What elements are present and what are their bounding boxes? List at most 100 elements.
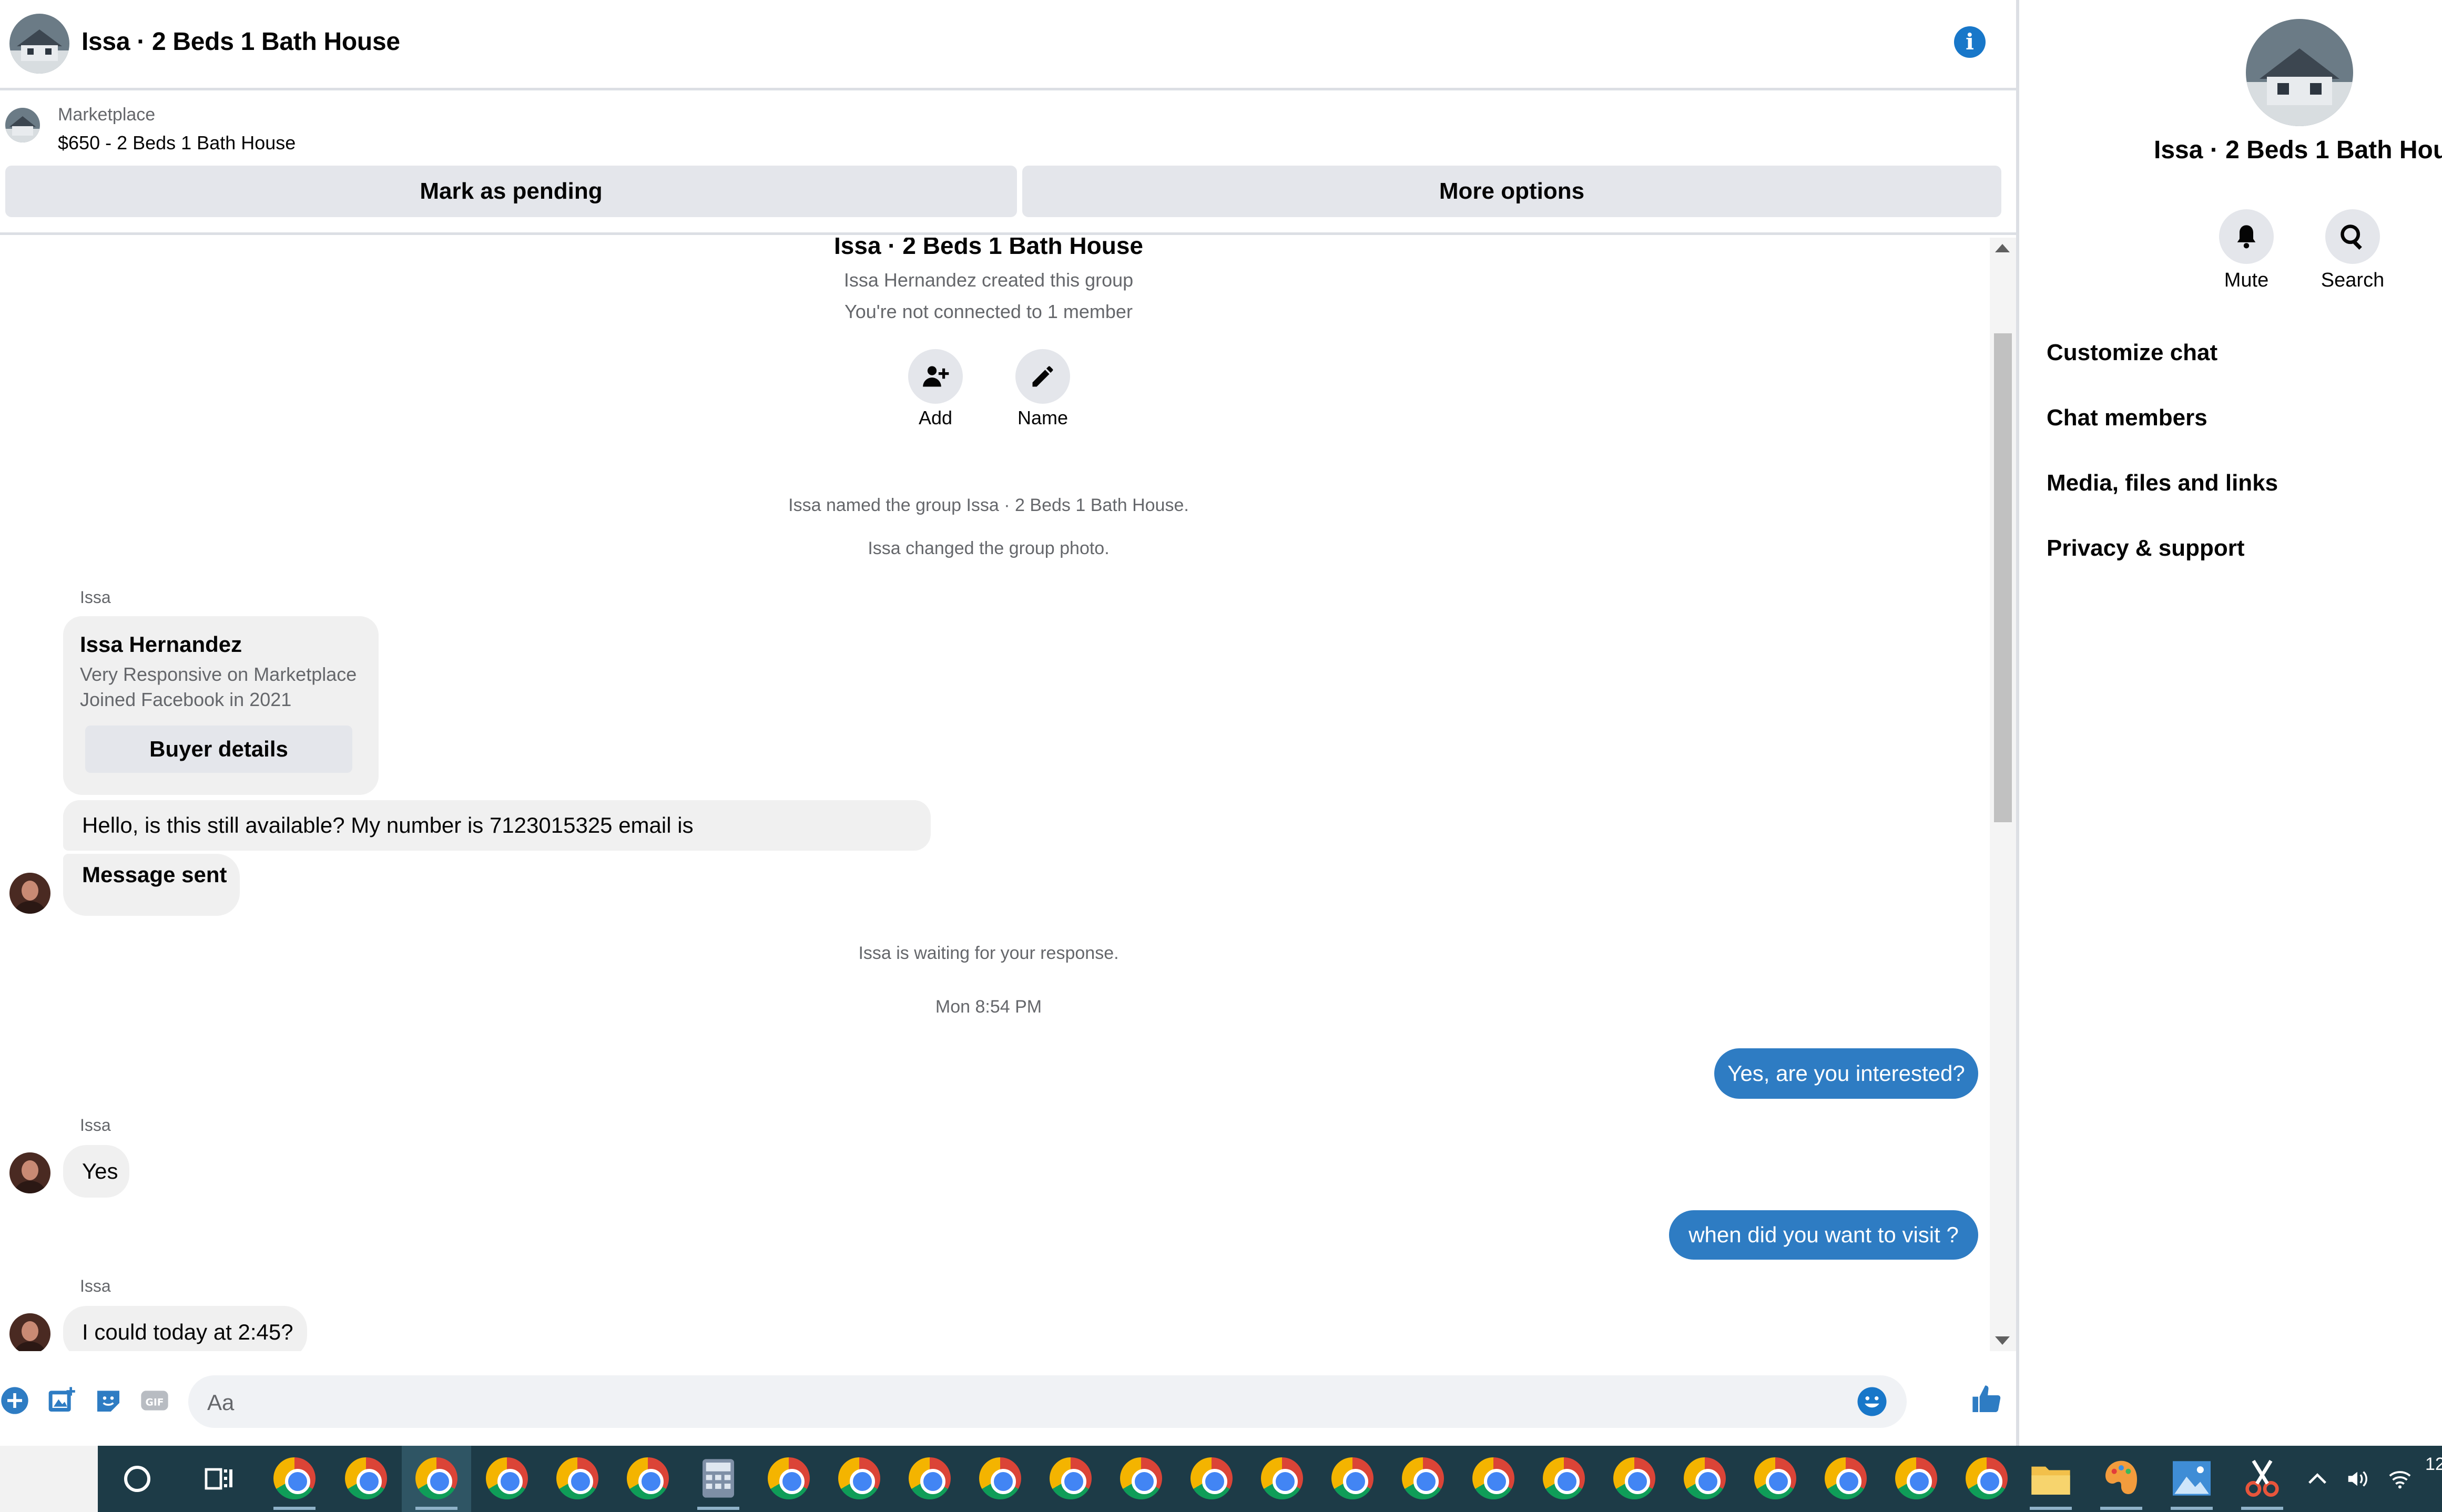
details-avatar[interactable] xyxy=(2246,19,2353,126)
privacy-support-item[interactable]: Privacy & support xyxy=(2047,535,2245,561)
clock-time[interactable]: 12 xyxy=(2425,1454,2442,1475)
chrome-app-icon[interactable] xyxy=(1966,1457,2008,1499)
add-member-button[interactable] xyxy=(908,349,963,404)
outgoing-message[interactable]: Yes, are you interested? xyxy=(1714,1048,1978,1099)
sticker-icon[interactable] xyxy=(94,1386,123,1415)
calculator-app-icon[interactable] xyxy=(697,1457,739,1499)
group-avatar[interactable] xyxy=(9,14,69,74)
chat-panel: Issa · 2 Beds 1 Bath House i Marketplace… xyxy=(0,0,2019,1446)
wifi-icon[interactable] xyxy=(2386,1467,2414,1491)
name-group-button[interactable] xyxy=(1015,349,1070,404)
running-app-indicator xyxy=(2241,1507,2283,1510)
chrome-app-icon[interactable] xyxy=(768,1457,810,1499)
marketplace-strip: Marketplace $650 - 2 Beds 1 Bath House M… xyxy=(0,93,2019,235)
scroll-up-arrow[interactable] xyxy=(1995,244,2010,252)
sender-avatar[interactable] xyxy=(9,1152,50,1193)
chrome-app-icon[interactable] xyxy=(1543,1457,1585,1499)
chrome-app-icon[interactable] xyxy=(1754,1457,1796,1499)
message-scrollbar[interactable] xyxy=(1990,238,2016,1351)
sender-name: Issa xyxy=(80,588,111,607)
chrome-app-icon[interactable] xyxy=(979,1457,1021,1499)
chrome-app-icon[interactable] xyxy=(273,1457,316,1499)
message-sent-bubble[interactable]: Message sent xyxy=(63,854,240,916)
info-icon[interactable]: i xyxy=(1954,26,1986,58)
chrome-app-icon[interactable] xyxy=(1472,1457,1514,1499)
chrome-app-icon[interactable] xyxy=(1613,1457,1655,1499)
cortana-search-icon[interactable] xyxy=(124,1466,150,1492)
conversation-details-panel: Issa · 2 Beds 1 Bath House Mute Search C… xyxy=(2022,0,2442,1446)
mark-as-pending-button[interactable]: Mark as pending xyxy=(5,166,1017,217)
chrome-app-icon[interactable] xyxy=(1825,1457,1867,1499)
chat-members-item[interactable]: Chat members xyxy=(2047,405,2207,431)
outgoing-message[interactable]: when did you want to visit ? xyxy=(1669,1210,1978,1260)
bell-icon xyxy=(2237,225,2256,249)
message-input[interactable]: Aa xyxy=(188,1375,1907,1428)
composer: GIF Aa xyxy=(0,1362,2019,1441)
mute-button[interactable] xyxy=(2219,209,2274,264)
not-connected-notice: You're not connected to 1 member xyxy=(844,301,1133,322)
scroll-down-arrow[interactable] xyxy=(1995,1336,2010,1345)
volume-icon[interactable] xyxy=(2343,1467,2372,1491)
chrome-app-icon[interactable] xyxy=(486,1457,528,1499)
running-app-indicator xyxy=(273,1507,316,1510)
message-available[interactable]: Hello, is this still available? My numbe… xyxy=(63,800,931,851)
photo-icon[interactable] xyxy=(46,1386,76,1415)
chrome-app-icon[interactable] xyxy=(345,1457,387,1499)
message-list[interactable]: Issa · 2 Beds 1 Bath House Issa Hernande… xyxy=(0,238,2019,1351)
windows-taskbar: 12 xyxy=(0,1446,2442,1512)
buyer-details-button[interactable]: Buyer details xyxy=(85,726,352,773)
paint-app-icon[interactable] xyxy=(2100,1457,2142,1499)
photos-app-icon[interactable] xyxy=(2171,1459,2213,1497)
chat-title: Issa · 2 Beds 1 Bath House xyxy=(82,28,400,56)
photo-event: Issa changed the group photo. xyxy=(868,538,1110,558)
scroll-thumb[interactable] xyxy=(1994,333,2012,822)
buyer-name: Issa Hernandez xyxy=(80,632,242,657)
chrome-app-icon[interactable] xyxy=(556,1457,598,1499)
running-app-indicator xyxy=(415,1507,457,1510)
emoji-icon[interactable] xyxy=(1856,1386,1888,1417)
chevron-up-icon[interactable] xyxy=(2305,1467,2329,1491)
listing-title[interactable]: $650 - 2 Beds 1 Bath House xyxy=(58,132,296,154)
chrome-app-icon[interactable] xyxy=(627,1457,669,1499)
waiting-notice: Issa is waiting for your response. xyxy=(858,943,1119,963)
file-explorer-icon[interactable] xyxy=(2030,1460,2072,1497)
plus-icon[interactable] xyxy=(0,1386,29,1415)
task-view-icon[interactable] xyxy=(204,1466,233,1492)
incoming-message[interactable]: I could today at 2:45? xyxy=(63,1306,307,1351)
add-person-icon xyxy=(923,366,949,387)
sender-avatar[interactable] xyxy=(9,1313,50,1351)
chrome-app-icon[interactable] xyxy=(1050,1457,1092,1499)
message-placeholder: Aa xyxy=(207,1390,235,1415)
chat-header: Issa · 2 Beds 1 Bath House i xyxy=(0,0,2019,90)
listing-thumbnail[interactable] xyxy=(5,108,40,142)
chrome-app-icon[interactable] xyxy=(838,1457,880,1499)
search-button[interactable] xyxy=(2325,209,2380,264)
gif-icon[interactable]: GIF xyxy=(140,1386,169,1415)
chrome-app-icon[interactable] xyxy=(1331,1457,1373,1499)
named-event: Issa named the group Issa · 2 Beds 1 Bat… xyxy=(788,495,1189,515)
created-notice: Issa Hernandez created this group xyxy=(843,269,1134,291)
chrome-app-icon[interactable] xyxy=(1191,1457,1233,1499)
chrome-app-icon[interactable] xyxy=(1684,1457,1726,1499)
svg-text:GIF: GIF xyxy=(146,1397,164,1408)
taskbar-start-area[interactable] xyxy=(0,1446,98,1512)
chrome-app-icon[interactable] xyxy=(1120,1457,1162,1499)
buyer-joined: Joined Facebook in 2021 xyxy=(80,689,292,710)
mute-label: Mute xyxy=(2224,269,2269,291)
chrome-app-icon[interactable] xyxy=(1261,1457,1303,1499)
sender-avatar[interactable] xyxy=(9,873,50,914)
snipping-tool-icon[interactable] xyxy=(2241,1457,2283,1499)
sender-name: Issa xyxy=(80,1276,111,1295)
chrome-app-icon[interactable] xyxy=(1402,1457,1444,1499)
chrome-app-icon[interactable] xyxy=(1895,1457,1937,1499)
group-title-heading: Issa · 2 Beds 1 Bath House xyxy=(834,238,1143,259)
chrome-app-icon[interactable] xyxy=(909,1457,951,1499)
chrome-app-icon[interactable] xyxy=(415,1457,457,1499)
more-options-button[interactable]: More options xyxy=(1022,166,2001,217)
media-files-links-item[interactable]: Media, files and links xyxy=(2047,470,2278,496)
customize-chat-item[interactable]: Customize chat xyxy=(2047,340,2217,366)
thumbs-up-icon[interactable] xyxy=(1970,1383,2003,1416)
search-label: Search xyxy=(2321,269,2385,291)
incoming-message[interactable]: Yes xyxy=(63,1145,129,1198)
add-label: Add xyxy=(918,407,953,428)
